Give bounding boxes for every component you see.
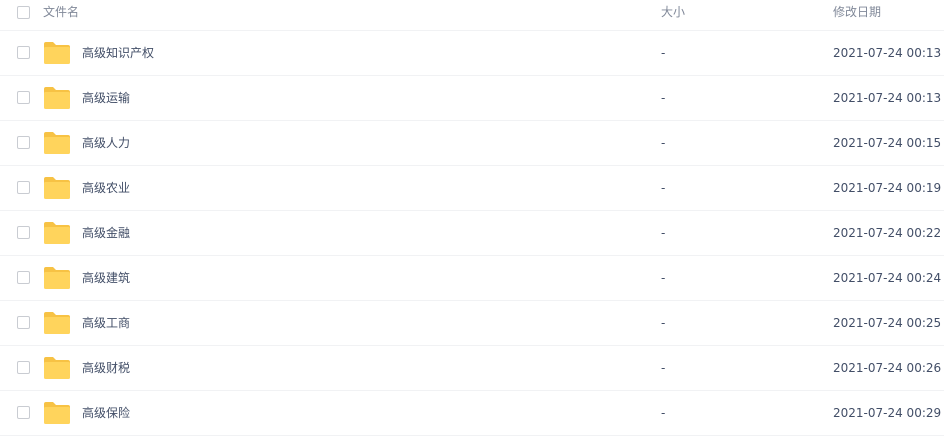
file-row[interactable]: 高级工商 - 2021-07-24 00:25 [0, 301, 944, 346]
row-checkbox[interactable] [17, 136, 30, 149]
file-size: - [661, 181, 666, 195]
file-name[interactable]: 高级财税 [82, 360, 130, 376]
file-list: 文件名 大小 修改日期 高级知识产权 - 2021-07-24 00:13 高级运输 -… [0, 0, 944, 436]
file-size: - [661, 136, 666, 150]
row-checkbox[interactable] [17, 406, 30, 419]
file-row[interactable]: 高级人力 - 2021-07-24 00:15 [0, 121, 944, 166]
column-header-modified[interactable]: 修改日期 [833, 4, 881, 20]
file-size: - [661, 271, 666, 285]
file-row[interactable]: 高级知识产权 - 2021-07-24 00:13 [0, 31, 944, 76]
file-name[interactable]: 高级金融 [82, 225, 130, 241]
folder-icon [44, 222, 70, 244]
file-row[interactable]: 高级保险 - 2021-07-24 00:29 [0, 391, 944, 436]
folder-icon [44, 132, 70, 154]
folder-icon [44, 87, 70, 109]
file-row[interactable]: 高级建筑 - 2021-07-24 00:24 [0, 256, 944, 301]
file-row[interactable]: 高级金融 - 2021-07-24 00:22 [0, 211, 944, 256]
row-checkbox[interactable] [17, 181, 30, 194]
row-checkbox[interactable] [17, 91, 30, 104]
file-size: - [661, 91, 666, 105]
row-checkbox[interactable] [17, 316, 30, 329]
file-name[interactable]: 高级保险 [82, 405, 130, 421]
folder-icon [44, 267, 70, 289]
file-name[interactable]: 高级人力 [82, 135, 130, 151]
folder-icon [44, 312, 70, 334]
row-checkbox[interactable] [17, 46, 30, 59]
file-size: - [661, 361, 666, 375]
file-modified-date: 2021-07-24 00:19 [833, 181, 942, 195]
file-name[interactable]: 高级工商 [82, 315, 130, 331]
file-name[interactable]: 高级农业 [82, 180, 130, 196]
file-modified-date: 2021-07-24 00:29 [833, 406, 942, 420]
file-size: - [661, 226, 666, 240]
column-header-size[interactable]: 大小 [661, 4, 685, 20]
file-modified-date: 2021-07-24 00:24 [833, 271, 942, 285]
row-checkbox[interactable] [17, 361, 30, 374]
file-list-header: 文件名 大小 修改日期 [0, 0, 944, 31]
file-name[interactable]: 高级知识产权 [82, 45, 154, 61]
folder-icon [44, 357, 70, 379]
file-row[interactable]: 高级运输 - 2021-07-24 00:13 [0, 76, 944, 121]
file-size: - [661, 406, 666, 420]
file-modified-date: 2021-07-24 00:22 [833, 226, 942, 240]
file-name[interactable]: 高级运输 [82, 90, 130, 106]
file-modified-date: 2021-07-24 00:26 [833, 361, 942, 375]
file-modified-date: 2021-07-24 00:13 [833, 91, 942, 105]
file-modified-date: 2021-07-24 00:25 [833, 316, 942, 330]
row-checkbox[interactable] [17, 226, 30, 239]
file-size: - [661, 316, 666, 330]
select-all-checkbox[interactable] [17, 6, 30, 19]
column-header-name[interactable]: 文件名 [43, 4, 79, 20]
file-modified-date: 2021-07-24 00:15 [833, 136, 942, 150]
file-row[interactable]: 高级财税 - 2021-07-24 00:26 [0, 346, 944, 391]
file-modified-date: 2021-07-24 00:13 [833, 46, 942, 60]
folder-icon [44, 402, 70, 424]
file-size: - [661, 46, 666, 60]
folder-icon [44, 42, 70, 64]
file-name[interactable]: 高级建筑 [82, 270, 130, 286]
folder-icon [44, 177, 70, 199]
row-checkbox[interactable] [17, 271, 30, 284]
file-row[interactable]: 高级农业 - 2021-07-24 00:19 [0, 166, 944, 211]
